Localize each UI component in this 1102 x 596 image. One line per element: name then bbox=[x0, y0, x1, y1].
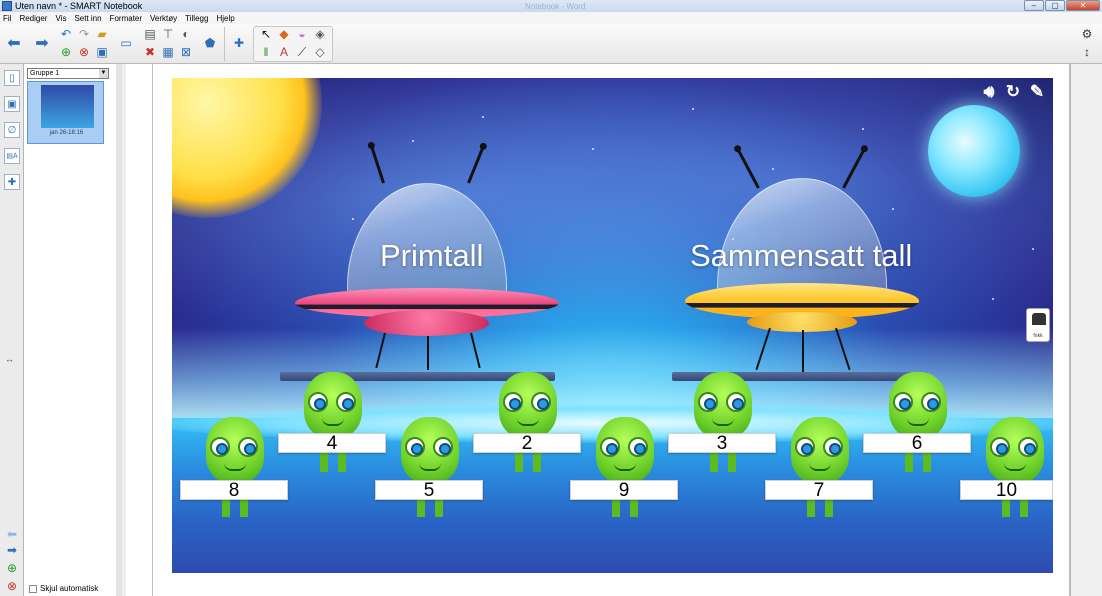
menu-format[interactable]: Formater bbox=[110, 14, 142, 23]
autohide-checkbox[interactable] bbox=[29, 584, 37, 593]
alien-draggable[interactable] bbox=[883, 368, 953, 478]
pens-icon[interactable]: ‖ bbox=[258, 44, 274, 60]
hat-icon bbox=[1032, 313, 1046, 325]
number-sign[interactable]: 4 bbox=[278, 433, 386, 453]
background-window-title: Notebook - Word bbox=[525, 1, 586, 11]
group-dropdown[interactable]: Gruppe 1 ▼ bbox=[27, 68, 109, 79]
magic-eraser-icon[interactable]: ◇ bbox=[312, 44, 328, 60]
alien-draggable[interactable] bbox=[493, 368, 563, 478]
insert-page-icon[interactable]: ⊕ bbox=[4, 560, 20, 576]
redo-icon[interactable]: ↷ bbox=[76, 26, 92, 42]
number-sign[interactable]: 3 bbox=[668, 433, 776, 453]
right-scroll-strip bbox=[1070, 64, 1102, 596]
open-folder-icon[interactable]: ▰ bbox=[94, 26, 110, 42]
title-bar: Uten navn * - SMART Notebook Notebook - … bbox=[0, 0, 1102, 12]
number-sign[interactable]: 9 bbox=[570, 480, 678, 500]
alien-draggable[interactable] bbox=[688, 368, 758, 478]
alien-draggable[interactable] bbox=[785, 413, 855, 523]
group-dropdown-value: Gruppe 1 bbox=[30, 70, 60, 77]
save-icon[interactable]: ▣ bbox=[94, 44, 110, 60]
reset-icon[interactable]: ↻ bbox=[1003, 82, 1023, 102]
side-tab-strip: ▯ ▣ ∅ ▤A ✚ ↔ ⬅ ➡ ⊕ ⊗ bbox=[0, 64, 24, 596]
menu-insert[interactable]: Sett inn bbox=[74, 14, 101, 23]
prev-page-arrow-icon[interactable]: ⬅ bbox=[4, 526, 20, 542]
table-icon[interactable]: ▦ bbox=[160, 44, 176, 60]
maximize-button[interactable]: ▢ bbox=[1045, 0, 1065, 11]
delete-page-icon[interactable]: ⊗ bbox=[76, 44, 92, 60]
remove-page-icon[interactable]: ⊗ bbox=[4, 578, 20, 594]
number-sign[interactable]: 10 bbox=[960, 480, 1053, 500]
properties-tab-icon[interactable]: ▤A bbox=[4, 148, 20, 164]
alien-draggable[interactable] bbox=[200, 413, 270, 523]
menu-edit[interactable]: Rediger bbox=[19, 14, 47, 23]
number-sign[interactable]: 8 bbox=[180, 480, 288, 500]
notebook-page-canvas: 🔊︎ ↻ ✎ Primtall Sammensatt tall 4 2 3 6 … bbox=[172, 78, 1053, 573]
moon-image bbox=[928, 105, 1020, 197]
autohide-option[interactable]: Skjul automatisk bbox=[29, 584, 98, 593]
window-title: Uten navn * - SMART Notebook bbox=[15, 1, 143, 11]
ufo-label-sammensatt: Sammensatt tall bbox=[690, 238, 913, 273]
eraser-icon[interactable]: ◒ bbox=[294, 26, 310, 42]
number-sign[interactable]: 5 bbox=[375, 480, 483, 500]
sorter-scrollbar[interactable] bbox=[116, 64, 122, 596]
attachments-icon[interactable]: ∅ bbox=[4, 122, 20, 138]
number-sign[interactable]: 2 bbox=[473, 433, 581, 453]
back-arrow-icon[interactable]: ⬅ bbox=[6, 35, 22, 52]
undo-icon[interactable]: ↶ bbox=[58, 26, 74, 42]
chevron-down-icon[interactable]: ▼ bbox=[99, 69, 108, 78]
menu-bar: Fil Rediger Vis Sett inn Formater Verktø… bbox=[0, 12, 1102, 24]
number-sign[interactable]: 6 bbox=[863, 433, 971, 453]
next-page-arrow-icon[interactable]: ➡ bbox=[4, 542, 20, 558]
smart-notebook-icon bbox=[2, 1, 12, 11]
forward-arrow-icon[interactable]: ➡ bbox=[34, 35, 50, 52]
ufo-label-primtall: Primtall bbox=[380, 238, 484, 273]
pen-icon[interactable]: ✎ bbox=[1027, 82, 1047, 102]
menu-file[interactable]: Fil bbox=[3, 14, 11, 23]
number-sign[interactable]: 7 bbox=[765, 480, 873, 500]
thumbnail-caption: jan 26-18:16 bbox=[49, 130, 84, 136]
text-icon[interactable]: A bbox=[276, 44, 292, 60]
alien-draggable[interactable] bbox=[980, 413, 1050, 523]
ufo-sammensatt: Sammensatt tall bbox=[677, 138, 927, 378]
line-icon[interactable]: ⟋ bbox=[294, 44, 310, 60]
close-button[interactable]: ✕ bbox=[1066, 0, 1100, 11]
autohide-label: Skjul automatisk bbox=[40, 584, 99, 593]
alien-draggable[interactable] bbox=[298, 368, 368, 478]
capture-icon[interactable]: ◐ bbox=[178, 26, 194, 42]
side-widget-tab[interactable]: fokk bbox=[1026, 308, 1050, 342]
ufo-primtall: Primtall bbox=[292, 138, 562, 378]
delete-icon[interactable]: ✖ bbox=[142, 44, 158, 60]
activity-controls: 🔊︎ ↻ ✎ bbox=[979, 82, 1047, 102]
menu-addons[interactable]: Tillegg bbox=[185, 14, 208, 23]
speaker-icon[interactable]: 🔊︎ bbox=[979, 82, 999, 102]
addons-tab-icon[interactable]: ✚ bbox=[4, 174, 20, 190]
side-widget-label: fokk bbox=[1033, 333, 1043, 339]
window-controls: – ▢ ✕ bbox=[1024, 0, 1100, 11]
minimize-button[interactable]: – bbox=[1024, 0, 1044, 11]
toolbar-position-icon[interactable]: ↕ bbox=[1079, 44, 1095, 60]
addon-puzzle-icon[interactable]: ✚ bbox=[231, 35, 247, 51]
properties-icon[interactable]: ⬟ bbox=[202, 35, 218, 51]
fullscreen-icon[interactable]: ⊠ bbox=[178, 44, 194, 60]
menu-tools[interactable]: Verktøy bbox=[150, 14, 177, 23]
alien-draggable[interactable] bbox=[395, 413, 465, 523]
gallery-icon[interactable]: ▣ bbox=[4, 96, 20, 112]
page-sorter-icon[interactable]: ▯ bbox=[4, 70, 20, 86]
page-sorter-panel: Gruppe 1 ▼ jan 26-18:16 bbox=[24, 64, 118, 596]
main-toolbar: ⬅ ➡ ↶ ↷ ▰ ⊕ ⊗ ▣ ▭ ▤ ⊤ ◐ ✖ ▦ ⊠ ⬟ ✚ ↖ ◆ ◒ … bbox=[0, 24, 1102, 64]
screen-shade-icon[interactable]: ⊤ bbox=[160, 26, 176, 42]
show-screen-icon[interactable]: ▭ bbox=[118, 35, 134, 51]
menu-view[interactable]: Vis bbox=[55, 14, 66, 23]
page-thumbnail[interactable]: jan 26-18:16 bbox=[27, 81, 104, 144]
fill-icon[interactable]: ◈ bbox=[312, 26, 328, 42]
paste-icon[interactable]: ▤ bbox=[142, 26, 158, 42]
select-arrow-icon[interactable]: ↖ bbox=[258, 26, 274, 42]
settings-gear-icon[interactable]: ⚙ bbox=[1079, 26, 1095, 42]
add-page-icon[interactable]: ⊕ bbox=[58, 44, 74, 60]
alien-draggable[interactable] bbox=[590, 413, 660, 523]
menu-help[interactable]: Hjelp bbox=[216, 14, 234, 23]
resize-arrows-icon[interactable]: ↔ bbox=[5, 354, 14, 364]
thumbnail-image bbox=[41, 85, 94, 128]
shape-icon[interactable]: ◆ bbox=[276, 26, 292, 42]
